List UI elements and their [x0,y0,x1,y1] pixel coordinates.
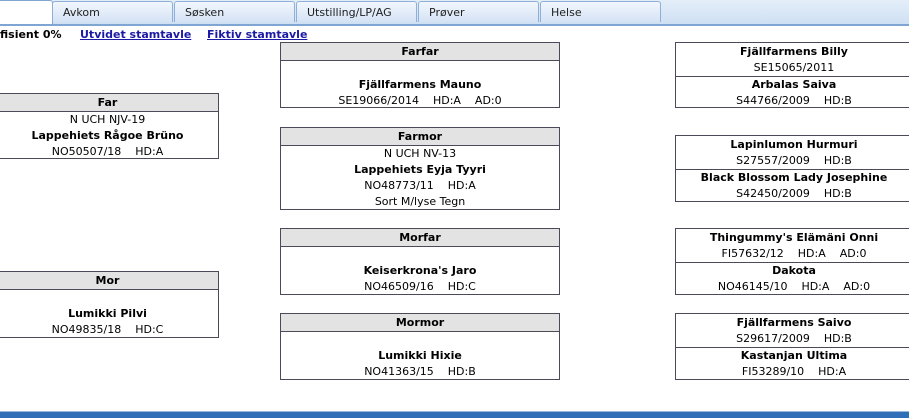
great-grandparent-reg: FI53289/10 HD:A [741,365,847,378]
great-grandparents-pair-1: Fjällfarmens Billy SE15065/2011 Arbalas … [675,42,909,108]
great-grandparent-name[interactable]: Arbalas Saiva [676,77,909,93]
great-grandparent-reg: NO46145/10 HD:A AD:0 [717,280,871,293]
great-grandparents-pair-4: Fjällfarmens Saivo S29617/2009 HD:B Kast… [675,313,909,380]
mormor-reg: NO41363/15 HD:B [364,365,476,378]
farmor-name[interactable]: Lappehiets Eyja Tyyri [281,162,559,178]
farfar-box[interactable]: Farfar Fjällfarmens Mauno SE19066/2014 H… [280,42,560,108]
inbreeding-coefficient: fisient 0% [0,28,62,41]
great-grandparent-name[interactable]: Dakota [676,263,909,279]
mormor-title [281,332,559,348]
great-grandparent-entry[interactable]: Fjällfarmens Billy SE15065/2011 [676,43,909,76]
great-grandparent-entry[interactable]: Lapinlumon Hurmuri S27557/2009 HD:B [676,136,909,169]
tab-stamtavle[interactable] [0,0,53,24]
great-grandparents-pair-3: Thingummy's Elämäni Onni FI57632/12 HD:A… [675,228,909,295]
great-grandparent-name[interactable]: Kastanjan Ultima [676,348,909,364]
farfar-header: Farfar [281,43,559,61]
farmor-title: N UCH NV-13 [383,147,457,160]
great-grandparent-reg: FI57632/12 HD:A AD:0 [721,247,867,260]
great-grandparent-entry[interactable]: Arbalas Saiva S44766/2009 HD:B [676,76,909,109]
morfar-name[interactable]: Keiserkrona's Jaro [281,263,559,279]
great-grandparent-reg: S44766/2009 HD:B [736,94,852,107]
great-grandparent-entry[interactable]: Kastanjan Ultima FI53289/10 HD:A [676,347,909,380]
farmor-color: Sort M/lyse Tegn [374,195,466,208]
mormor-box[interactable]: Mormor Lumikki Hixie NO41363/15 HD:B [280,313,560,380]
tab-prover[interactable]: Prøver [418,1,539,22]
farmor-header: Farmor [281,128,559,146]
tab-helse[interactable]: Helse [540,1,661,22]
extended-pedigree-link[interactable]: Utvidet stamtavle [80,28,191,41]
dam-box[interactable]: Mor Lumikki Pilvi NO49835/18 HD:C [0,271,219,338]
farfar-title [281,61,559,77]
great-grandparents-pair-2: Lapinlumon Hurmuri S27557/2009 HD:B Blac… [675,135,909,202]
great-grandparent-entry[interactable]: Dakota NO46145/10 HD:A AD:0 [676,262,909,295]
great-grandparent-name[interactable]: Lapinlumon Hurmuri [676,137,909,153]
morfar-header: Morfar [281,229,559,247]
farfar-name[interactable]: Fjällfarmens Mauno [281,77,559,93]
sire-title: N UCH NJV-19 [69,113,146,126]
tab-avkom[interactable]: Avkom [52,1,173,22]
tab-strip: Avkom Søsken Utstilling/LP/AG Prøver Hel… [0,0,909,26]
great-grandparent-name[interactable]: Fjällfarmens Billy [676,44,909,60]
dam-header: Mor [0,272,218,290]
farmor-reg: NO48773/11 HD:A [364,179,476,192]
great-grandparent-reg: SE15065/2011 [753,61,835,74]
great-grandparent-name[interactable]: Thingummy's Elämäni Onni [676,230,909,246]
mormor-header: Mormor [281,314,559,332]
sire-reg: NO50507/18 HD:A [51,145,164,158]
fictive-pedigree-link[interactable]: Fiktiv stamtavle [207,28,307,41]
morfar-reg: NO46509/16 HD:C [364,280,476,293]
great-grandparent-name[interactable]: Fjällfarmens Saivo [676,315,909,331]
sire-name[interactable]: Lappehiets Rågoe Brüno [0,128,218,144]
morfar-title [281,247,559,263]
dam-title [0,290,218,306]
tab-utstilling[interactable]: Utstilling/LP/AG [296,1,417,22]
dam-reg: NO49835/18 HD:C [51,323,164,336]
great-grandparent-entry[interactable]: Thingummy's Elämäni Onni FI57632/12 HD:A… [676,229,909,262]
great-grandparent-name[interactable]: Black Blossom Lady Josephine [676,170,909,186]
morfar-box[interactable]: Morfar Keiserkrona's Jaro NO46509/16 HD:… [280,228,560,295]
great-grandparent-entry[interactable]: Fjällfarmens Saivo S29617/2009 HD:B [676,314,909,347]
farmor-box[interactable]: Farmor N UCH NV-13 Lappehiets Eyja Tyyri… [280,127,560,210]
farfar-reg: SE19066/2014 HD:A AD:0 [338,94,502,107]
sire-box[interactable]: Far N UCH NJV-19 Lappehiets Rågoe Brüno … [0,93,219,159]
mormor-name[interactable]: Lumikki Hixie [281,348,559,364]
great-grandparent-reg: S27557/2009 HD:B [736,154,852,167]
great-grandparent-reg: S29617/2009 HD:B [736,332,852,345]
sire-header: Far [0,94,218,112]
great-grandparent-reg: S42450/2009 HD:B [736,187,852,200]
tab-sosken[interactable]: Søsken [174,1,295,22]
dam-name[interactable]: Lumikki Pilvi [0,306,218,322]
great-grandparent-entry[interactable]: Black Blossom Lady Josephine S42450/2009… [676,169,909,202]
